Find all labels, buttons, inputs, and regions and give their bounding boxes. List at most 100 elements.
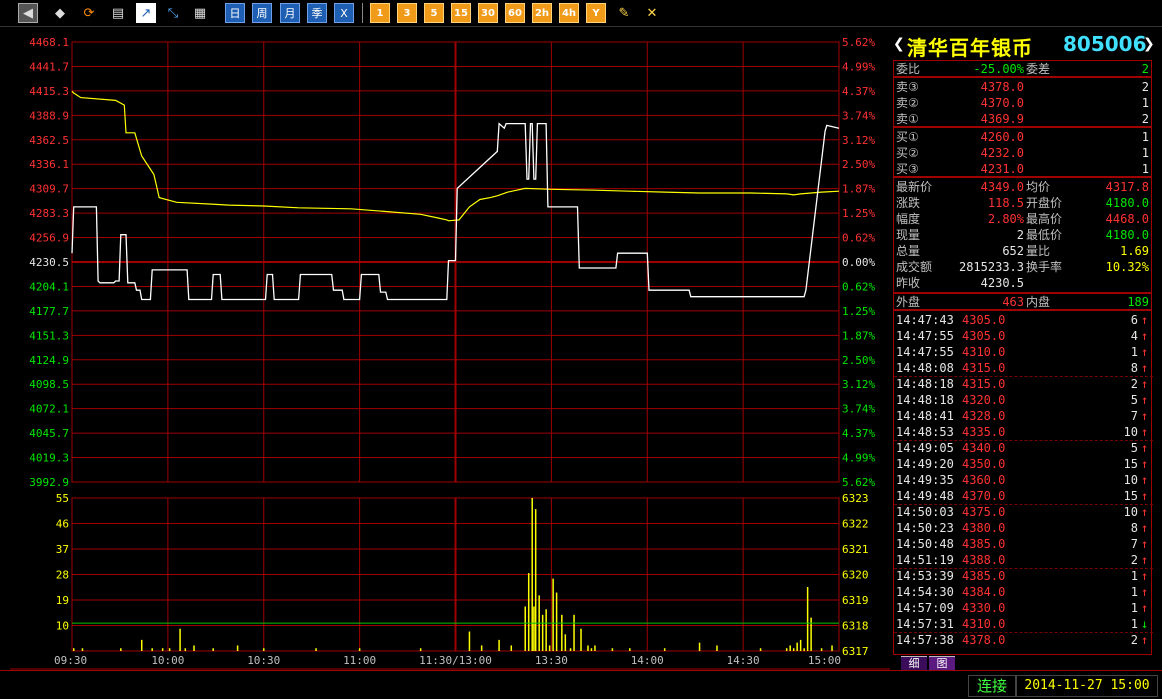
percent-tick-label: 3.74% (842, 403, 875, 416)
tick-row: 14:47:55 4310.0 1 ↑ (894, 344, 1153, 360)
tick-volume: 15 (1123, 489, 1138, 503)
volume-right-tick-label: 6323 (842, 492, 869, 505)
tick-volume: 10 (1123, 505, 1138, 519)
tick-direction-icon: ↑ (1141, 329, 1149, 343)
tick-row: 14:49:05 4340.0 5 ↑ (894, 440, 1153, 456)
percent-tick-label: 5.62% (842, 476, 875, 489)
tick-direction-icon: ↑ (1141, 313, 1149, 327)
price-tick-label: 4415.3 (29, 85, 69, 98)
quote-label: 总量 (896, 244, 921, 258)
quote-value: 652 (1002, 244, 1024, 258)
tick-time: 14:49:20 (896, 457, 954, 471)
quote-box: 最新价 4349.0 均价 4317.8 涨跌 118.5 开盘价 4180.0 幅度 2.80%… (893, 177, 1152, 293)
time-tick-label: 10:00 (151, 654, 184, 667)
percent-tick-label: 4.37% (842, 85, 875, 98)
volume-right-tick-label: 6318 (842, 620, 869, 633)
percent-tick-label: 3.74% (842, 109, 875, 122)
volume-axis-left: 55 46 37 28 19 10 (56, 492, 69, 633)
ask-level-price: 4370.0 (980, 96, 1024, 110)
tick-price: 4340.0 (962, 441, 1006, 455)
percent-tick-label: 0.62% (842, 232, 875, 245)
price-tick-label: 4283.3 (29, 207, 69, 220)
quote-label: 成交额 (896, 260, 933, 274)
tick-direction-icon: ↑ (1141, 537, 1149, 551)
tick-time: 14:48:08 (896, 361, 954, 375)
tab-detail[interactable]: 细 (901, 656, 927, 671)
tick-row: 14:47:55 4305.0 4 ↑ (894, 328, 1153, 344)
price-tick-label: 4098.5 (29, 378, 69, 391)
tick-direction-icon: ↑ (1141, 377, 1149, 391)
tick-time: 14:50:23 (896, 521, 954, 535)
tick-time: 14:53:39 (896, 569, 954, 583)
price-tick-label: 4045.7 (29, 427, 69, 440)
percent-tick-label: 0.00% (842, 256, 875, 269)
neipan-label: 内盘 (1026, 295, 1051, 309)
tick-direction-icon: ↑ (1141, 441, 1149, 455)
tick-row: 14:57:31 4310.0 1 ↓ (894, 616, 1153, 633)
quote-value: 2 (1016, 228, 1024, 242)
connection-status[interactable]: 连接 (968, 675, 1016, 697)
tick-time: 14:49:35 (896, 473, 954, 487)
tick-direction-icon: ↓ (1141, 617, 1149, 631)
tab-chart[interactable]: 图 (929, 656, 955, 671)
stock-code: 805006 (1063, 32, 1147, 56)
time-tick-label: 09:30 (54, 654, 87, 667)
tick-volume: 15 (1123, 457, 1138, 471)
quote-label: 涨跌 (896, 196, 921, 210)
bid-level-price: 4260.0 (980, 130, 1024, 144)
tick-direction-icon: ↑ (1141, 553, 1149, 567)
next-stock-icon[interactable]: ❯ (1143, 36, 1155, 52)
tick-price: 4328.0 (962, 409, 1006, 423)
tick-row: 14:54:30 4384.0 1 ↑ (894, 584, 1153, 600)
price-tick-label: 4336.1 (29, 158, 69, 171)
tick-price: 4315.0 (962, 361, 1006, 375)
tick-time: 14:57:09 (896, 601, 954, 615)
tick-time: 14:48:53 (896, 425, 954, 439)
quote-label: 开盘价 (1026, 196, 1063, 210)
ask-level-qty: 2 (1141, 80, 1149, 94)
ask-level-label: 卖① (896, 112, 919, 126)
price-tick-label: 4388.9 (29, 109, 69, 122)
quote-value: 10.32% (1105, 260, 1149, 274)
tick-row: 14:57:38 4378.0 2 ↑ (894, 632, 1153, 648)
quote-label: 均价 (1026, 180, 1051, 194)
status-bar: 连接 2014-11-27 15:00 (0, 670, 1162, 699)
ask-level-price: 4369.9 (980, 112, 1024, 126)
percent-tick-label: 1.87% (842, 329, 875, 342)
time-tick-label: 10:30 (247, 654, 280, 667)
weicha-label: 委差 (1026, 62, 1051, 76)
panel-tabs: 细 图 (893, 656, 1153, 671)
tick-price: 4375.0 (962, 505, 1006, 519)
tick-direction-icon: ↑ (1141, 505, 1149, 519)
prev-stock-icon[interactable]: ❮ (893, 36, 905, 52)
tick-volume: 10 (1123, 473, 1138, 487)
tick-row: 14:49:48 4370.0 15 ↑ (894, 488, 1153, 505)
bid-level-label: 买① (896, 130, 919, 144)
volume-tick-label: 46 (56, 518, 69, 531)
intraday-chart[interactable]: 4468.1 4441.7 4415.3 4388.9 4362.5 4336.1 4309… (0, 0, 890, 670)
tick-price: 4385.0 (962, 569, 1006, 583)
tick-direction-icon: ↑ (1141, 569, 1149, 583)
tick-time: 14:48:41 (896, 409, 954, 423)
price-axis-left: 4468.1 4441.7 4415.3 4388.9 4362.5 4336.1 4309… (29, 36, 69, 489)
price-tick-label: 4468.1 (29, 36, 69, 49)
tick-list[interactable]: 14:47:43 4305.0 6 ↑ 14:47:55 4305.0 4 ↑ 14:47:55… (893, 310, 1153, 655)
neipan-value: 189 (1127, 295, 1149, 309)
tick-direction-icon: ↑ (1141, 345, 1149, 359)
tick-volume: 7 (1130, 409, 1138, 423)
asks-box: 卖③ 4378.0 2 卖② 4370.0 1 卖① 4369.9 2 (893, 77, 1152, 127)
ask-level-label: 卖② (896, 96, 919, 110)
price-tick-label: 4230.5 (29, 256, 69, 269)
tick-price: 4350.0 (962, 457, 1006, 471)
tick-volume: 1 (1130, 569, 1138, 583)
percent-tick-label: 1.25% (842, 207, 875, 220)
quote-value: 118.5 (987, 196, 1024, 210)
tick-direction-icon: ↑ (1141, 601, 1149, 615)
waipan-value: 463 (1002, 295, 1024, 309)
quote-value: 1.69 (1120, 244, 1149, 258)
time-tick-label: 13:30 (535, 654, 568, 667)
percent-tick-label: 2.50% (842, 158, 875, 171)
bids-box: 买① 4260.0 1 买② 4232.0 1 买③ 4231.0 1 (893, 127, 1152, 177)
tick-direction-icon: ↑ (1141, 633, 1149, 647)
tick-row: 14:48:41 4328.0 7 ↑ (894, 408, 1153, 424)
